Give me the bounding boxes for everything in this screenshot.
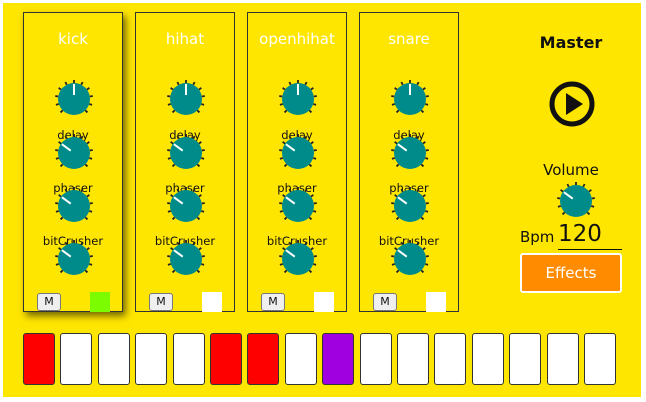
knob-phaser[interactable] xyxy=(166,133,206,173)
volume-label: Volume xyxy=(543,161,599,179)
step-pad[interactable] xyxy=(210,333,242,385)
mute-button[interactable]: M xyxy=(373,293,397,311)
mute-button[interactable]: M xyxy=(261,293,285,311)
channel-snare[interactable]: snare delay phaser bitCrusher M xyxy=(359,12,459,312)
knob-phaser[interactable] xyxy=(278,133,318,173)
knob-bitCrusher[interactable] xyxy=(54,186,94,226)
knob-bitCrusher[interactable] xyxy=(166,186,206,226)
knob-bitCrusher[interactable] xyxy=(278,186,318,226)
bpm-label: Bpm xyxy=(520,228,555,246)
step-pad[interactable] xyxy=(471,333,504,385)
solo-toggle[interactable] xyxy=(426,292,446,312)
bpm-input[interactable]: 120 xyxy=(558,219,622,250)
knob-delay[interactable] xyxy=(278,79,318,119)
step-pad[interactable] xyxy=(247,333,280,385)
knob-phaser[interactable] xyxy=(54,133,94,173)
knob-unlabeled[interactable] xyxy=(390,239,430,279)
step-pad[interactable] xyxy=(434,333,467,385)
solo-toggle[interactable] xyxy=(202,292,222,312)
knob-phaser[interactable] xyxy=(390,133,430,173)
step-pad[interactable] xyxy=(60,333,93,385)
solo-toggle[interactable] xyxy=(90,292,110,312)
channel-hihat[interactable]: hihat delay phaser bitCrusher M xyxy=(135,12,235,312)
step-pad[interactable] xyxy=(546,333,579,385)
master-title: Master xyxy=(539,33,603,52)
step-pad[interactable] xyxy=(135,333,168,385)
effects-button[interactable]: Effects xyxy=(520,253,622,293)
step-pad[interactable] xyxy=(584,333,616,385)
knob-unlabeled[interactable] xyxy=(278,239,318,279)
step-pad[interactable] xyxy=(172,333,205,385)
step-pad[interactable] xyxy=(284,333,317,385)
channel-name: snare xyxy=(388,30,430,48)
channel-name: hihat xyxy=(165,30,205,48)
knob-delay[interactable] xyxy=(166,79,206,119)
solo-toggle[interactable] xyxy=(314,292,334,312)
step-pad[interactable] xyxy=(322,333,355,385)
knob-unlabeled[interactable] xyxy=(166,239,206,279)
step-pad[interactable] xyxy=(397,333,429,385)
volume-knob[interactable] xyxy=(556,181,596,221)
channel-name: kick xyxy=(58,30,88,48)
knob-bitCrusher[interactable] xyxy=(390,186,430,226)
play-icon[interactable] xyxy=(548,80,596,128)
drum-machine: kick delay phaser bitCrusher Mhihat delay phas… xyxy=(3,3,641,397)
mute-button[interactable]: M xyxy=(37,293,61,311)
knob-delay[interactable] xyxy=(390,79,430,119)
step-pad[interactable] xyxy=(23,333,55,385)
step-pad[interactable] xyxy=(509,333,542,385)
step-pad[interactable] xyxy=(97,333,130,385)
knob-unlabeled[interactable] xyxy=(54,239,94,279)
knob-delay[interactable] xyxy=(54,79,94,119)
step-pad[interactable] xyxy=(359,333,392,385)
channel-openhihat[interactable]: openhihat delay phaser bitCrusher M xyxy=(247,12,347,312)
mute-button[interactable]: M xyxy=(149,293,173,311)
channel-name: openhihat xyxy=(259,30,335,48)
channel-kick[interactable]: kick delay phaser bitCrusher M xyxy=(23,12,123,312)
